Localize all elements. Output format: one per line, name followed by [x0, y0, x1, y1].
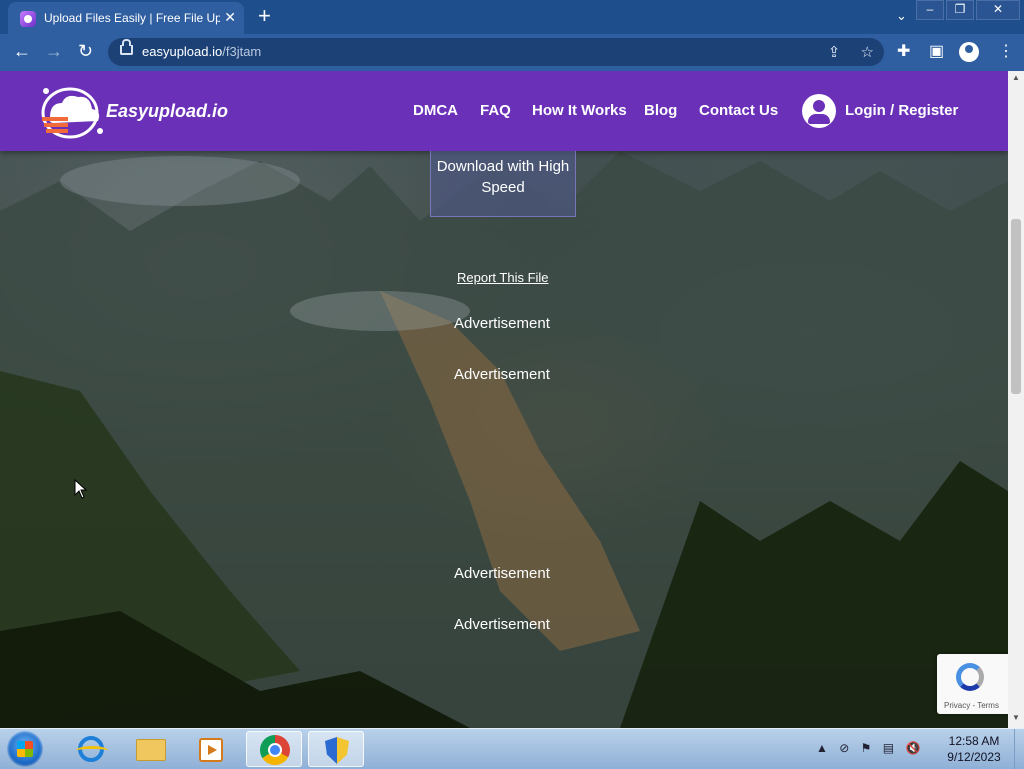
internet-explorer-icon — [76, 736, 108, 762]
reload-icon[interactable]: ↻ — [78, 42, 93, 60]
tray-network-icon[interactable]: ⊘ — [839, 741, 849, 755]
close-window-button[interactable]: ✕ — [976, 0, 1020, 20]
nav-faq[interactable]: FAQ — [480, 102, 511, 119]
tray-power-icon[interactable]: ▤ — [883, 741, 894, 755]
nav-contact-us[interactable]: Contact Us — [699, 102, 778, 119]
url-text[interactable]: easyupload.io/f3jtam — [142, 44, 261, 59]
site-header: Easyupload.io DMCA FAQ How It Works Blog… — [0, 71, 1008, 151]
easyupload-logo-icon[interactable] — [40, 83, 110, 139]
restore-button[interactable]: ❐ — [946, 0, 974, 20]
forward-arrow-icon[interactable]: → — [45, 42, 63, 60]
download-high-speed-button[interactable]: Download with High Speed — [430, 151, 576, 217]
advertisement-slot: Advertisement — [454, 366, 550, 383]
tray-expand-icon[interactable]: ▲ — [816, 741, 828, 755]
advertisement-slot: Advertisement — [454, 616, 550, 633]
bookmark-star-icon[interactable]: ☆ — [861, 44, 874, 61]
share-icon[interactable]: ⇪ — [828, 44, 841, 61]
mouse-cursor-icon — [74, 479, 88, 499]
advertisement-slot: Advertisement — [454, 315, 550, 332]
recaptcha-badge[interactable]: Privacy - Terms — [937, 654, 1008, 714]
scroll-down-arrow-icon[interactable]: ▼ — [1012, 713, 1020, 722]
recaptcha-logo-icon — [956, 663, 984, 691]
tray-action-center-icon[interactable]: ⚑ — [861, 741, 872, 755]
taskbar-security[interactable] — [308, 731, 364, 767]
system-tray: ▲ ⊘ ⚑ ▤ 🔇 — [816, 741, 928, 755]
nav-how-it-works[interactable]: How It Works — [532, 102, 627, 119]
advertisement-slot: Advertisement — [454, 565, 550, 582]
report-file-link[interactable]: Report This File — [457, 270, 549, 285]
browser-toolbar: ← → ↻ easyupload.io/f3jtam ⇪ ☆ ✚ ▣ ⋮ — [0, 34, 1024, 71]
media-player-icon — [199, 738, 223, 762]
start-button-icon[interactable] — [7, 731, 43, 767]
profile-avatar-icon[interactable] — [959, 42, 979, 62]
minimize-button[interactable]: – — [916, 0, 944, 20]
page-scrollbar[interactable]: ▲ ▼ — [1008, 71, 1024, 728]
login-register-link[interactable]: Login / Register — [845, 102, 958, 119]
chrome-icon — [260, 735, 290, 765]
browser-tab[interactable]: Upload Files Easily | Free File Upl ✕ — [8, 2, 244, 34]
window-controls: – ❐ ✕ — [914, 0, 1020, 20]
tab-title: Upload Files Easily | Free File Upl — [44, 11, 220, 25]
security-shield-icon — [325, 737, 349, 764]
back-arrow-icon[interactable]: ← — [13, 42, 31, 60]
scroll-up-arrow-icon[interactable]: ▲ — [1012, 73, 1020, 82]
extensions-puzzle-icon[interactable]: ✚ — [897, 41, 910, 61]
folder-icon — [136, 739, 166, 761]
nav-dmca[interactable]: DMCA — [413, 102, 458, 119]
show-desktop-button[interactable] — [1014, 729, 1024, 769]
new-tab-button[interactable]: + — [258, 5, 271, 27]
tab-search-chevron-icon[interactable]: ⌄ — [896, 8, 907, 24]
site-favicon-icon — [20, 11, 36, 27]
clock-date: 9/12/2023 — [947, 750, 1001, 764]
lock-icon[interactable] — [120, 39, 133, 55]
browser-menu-icon[interactable]: ⋮ — [998, 41, 1014, 61]
taskbar-file-explorer[interactable] — [122, 731, 178, 767]
recaptcha-privacy-terms[interactable]: Privacy - Terms — [944, 701, 999, 710]
tray-volume-muted-icon[interactable]: 🔇 — [905, 741, 920, 755]
side-panel-icon[interactable]: ▣ — [929, 41, 944, 61]
clock-time: 12:58 AM — [948, 734, 1000, 748]
page-viewport: Easyupload.io DMCA FAQ How It Works Blog… — [0, 71, 1008, 728]
user-avatar-icon[interactable] — [802, 94, 836, 128]
taskbar-clock[interactable]: 12:58 AM 9/12/2023 — [944, 733, 1004, 765]
browser-titlebar: Upload Files Easily | Free File Upl ✕ + … — [0, 0, 1024, 34]
taskbar-internet-explorer[interactable] — [62, 731, 118, 767]
taskbar-chrome[interactable] — [246, 731, 302, 767]
taskbar-media-player[interactable] — [182, 731, 238, 767]
nav-blog[interactable]: Blog — [644, 102, 677, 119]
brand-name[interactable]: Easyupload.io — [106, 101, 228, 122]
windows-taskbar: ▲ ⊘ ⚑ ▤ 🔇 12:58 AM 9/12/2023 — [0, 728, 1024, 769]
scroll-thumb[interactable] — [1011, 219, 1021, 394]
address-bar[interactable]: easyupload.io/f3jtam ⇪ ☆ — [108, 38, 884, 66]
tab-close-icon[interactable]: ✕ — [224, 9, 236, 26]
